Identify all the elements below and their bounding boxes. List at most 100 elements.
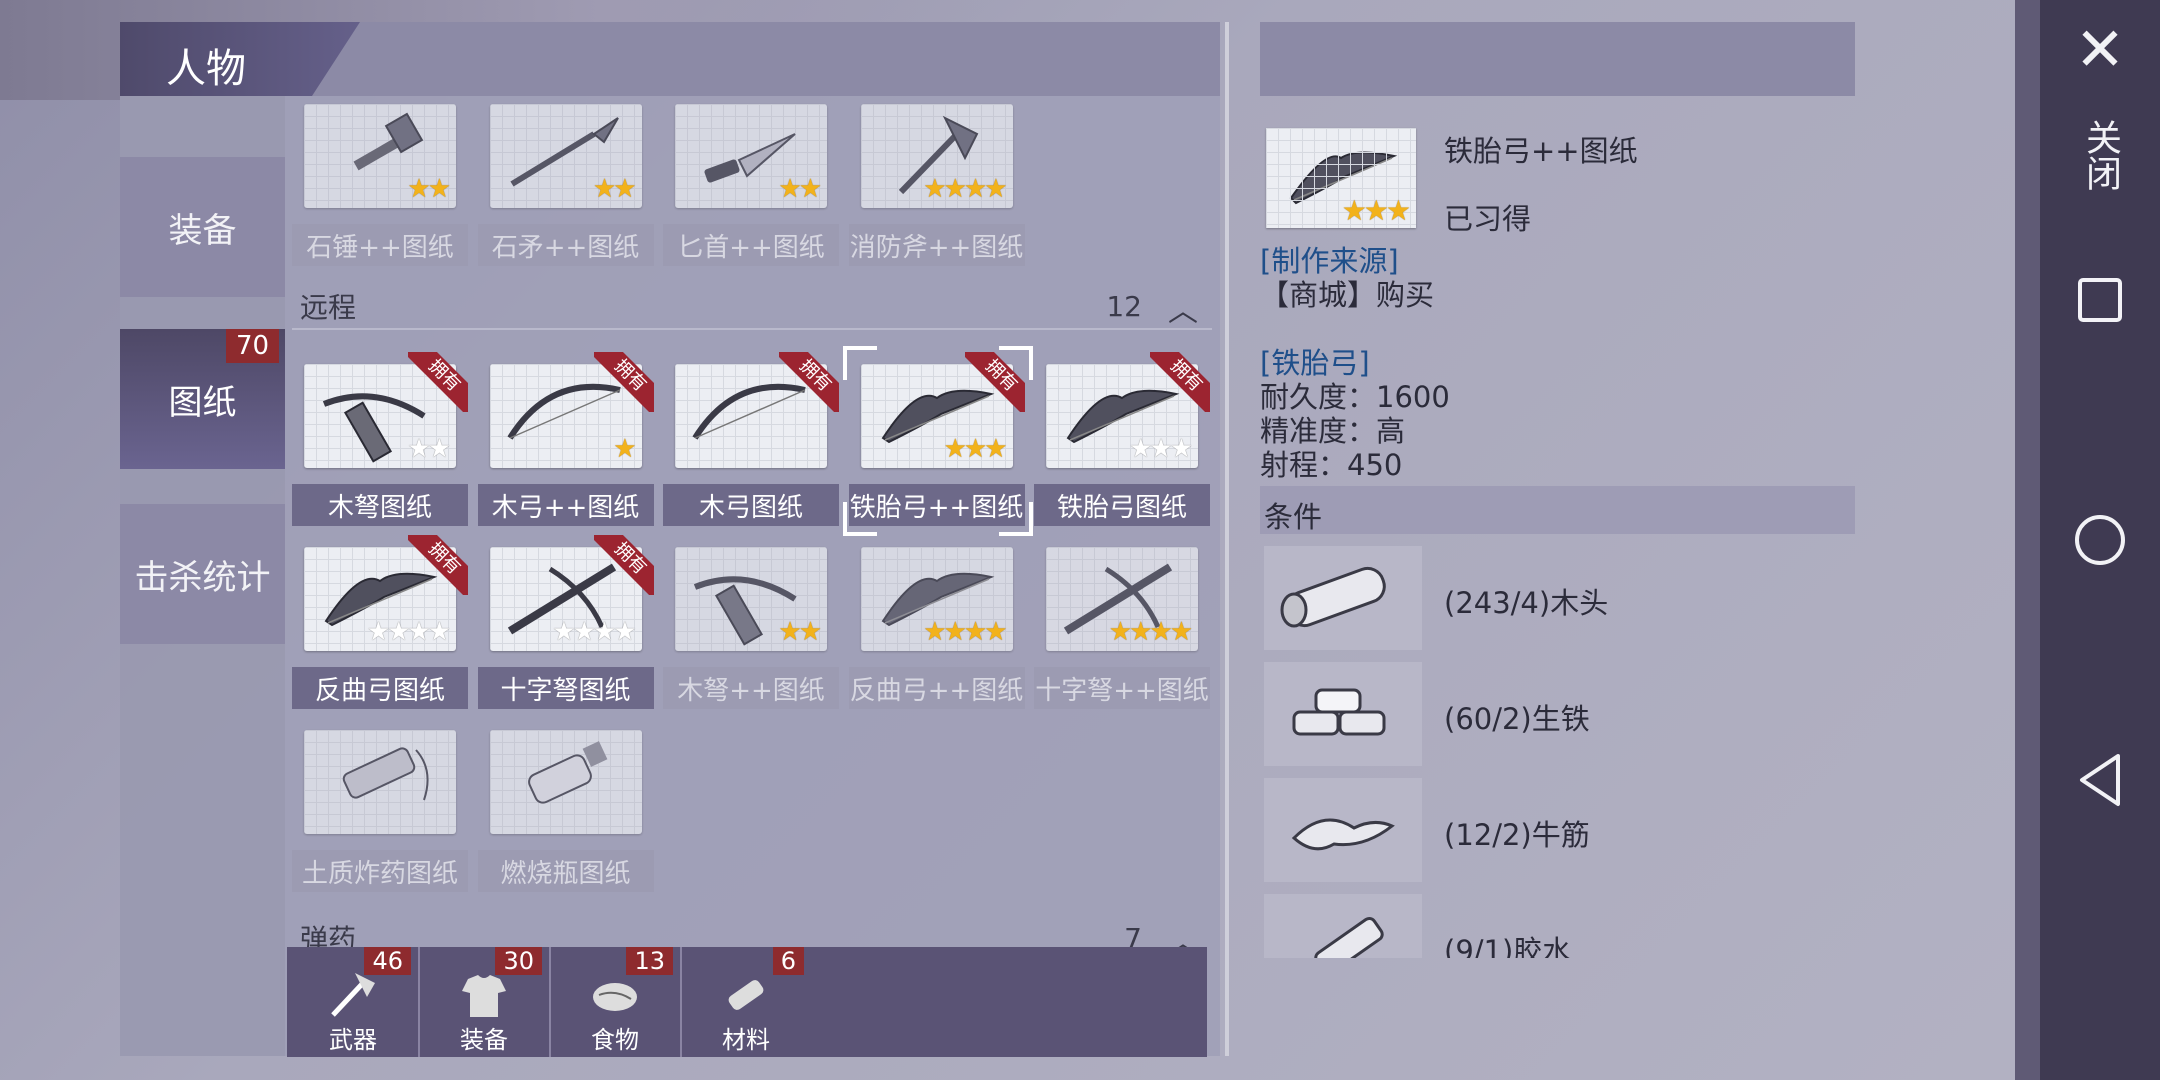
recent-apps-icon[interactable] bbox=[2040, 270, 2160, 330]
material-text: (9/1)胶水 bbox=[1444, 934, 1572, 958]
log-icon bbox=[1280, 566, 1386, 628]
blueprint-label: 十字弩++图纸 bbox=[1034, 667, 1210, 709]
conditions-bar bbox=[1260, 486, 1855, 534]
meat-icon bbox=[593, 983, 637, 1011]
blueprint-card[interactable]: ★★★★ 十字弩++图纸 bbox=[1034, 535, 1210, 709]
selection-corner bbox=[842, 502, 877, 536]
owned-ribbon: 拥有 bbox=[779, 352, 839, 412]
chevron-up-icon[interactable]: ︿ bbox=[1168, 286, 1198, 330]
sidebar-item-kill-stats[interactable]: 击杀统计 bbox=[120, 504, 285, 644]
section-title: 远程 bbox=[300, 291, 357, 324]
material-row[interactable]: (243/4)木头 bbox=[1260, 546, 1860, 650]
sidebar-item-label: 图纸 bbox=[168, 382, 237, 423]
home-icon[interactable] bbox=[2040, 510, 2160, 570]
star-rating: ★★★★ bbox=[923, 174, 1007, 204]
close-icon[interactable]: ✕ bbox=[2040, 15, 2160, 85]
blueprint-card[interactable]: ★★★★ 消防斧++图纸 bbox=[848, 92, 1025, 266]
blueprint-card[interactable]: ★★★ 拥有铁胎弓图纸 bbox=[1034, 352, 1210, 526]
section-count: 7 bbox=[1124, 922, 1142, 948]
blueprint-label: 铁胎弓图纸 bbox=[1034, 484, 1210, 526]
dynamite-icon bbox=[342, 747, 429, 801]
blueprint-card[interactable]: ★★ 匕首++图纸 bbox=[663, 92, 839, 266]
owned-ribbon: 拥有 bbox=[593, 535, 654, 595]
blueprint-card[interactable]: ★★★★ 反曲弓++图纸 bbox=[848, 535, 1025, 709]
blueprint-card[interactable]: 土质炸药图纸 bbox=[292, 718, 468, 892]
nav-gap bbox=[2015, 0, 2040, 1080]
detail-item-image: ★★★ bbox=[1266, 128, 1416, 228]
material-image bbox=[1264, 662, 1422, 766]
close-label[interactable]: 关闭 bbox=[2040, 100, 2160, 210]
blueprint-label: 石锤++图纸 bbox=[292, 224, 468, 266]
molotov-icon bbox=[527, 741, 607, 804]
material-row[interactable]: (60/2)生铁 bbox=[1260, 662, 1860, 766]
detail-header bbox=[1260, 22, 1855, 96]
selection-corner bbox=[998, 502, 1033, 536]
material-image bbox=[1264, 778, 1422, 882]
glue-icon bbox=[1314, 916, 1384, 958]
bottom-tab-wood[interactable]: 6 材料 bbox=[682, 947, 810, 1057]
tab-separator bbox=[549, 947, 551, 1057]
blueprint-label: 木弓++图纸 bbox=[477, 484, 654, 526]
blueprint-label: 土质炸药图纸 bbox=[292, 850, 468, 892]
tab-label: 武器 bbox=[329, 1026, 377, 1054]
count-badge: 13 bbox=[626, 947, 673, 975]
sidebar-item-equipment[interactable]: 装备 bbox=[120, 157, 285, 297]
count-badge: 30 bbox=[495, 947, 542, 975]
blueprint-card[interactable]: ★★ 石矛++图纸 bbox=[477, 92, 654, 266]
selection-corner bbox=[842, 346, 877, 380]
bottom-tab-shirt[interactable]: 30 装备 bbox=[420, 947, 548, 1057]
count-badge: 6 bbox=[772, 947, 804, 975]
axe-icon bbox=[331, 973, 375, 1017]
owned-ribbon: 拥有 bbox=[593, 352, 654, 412]
section-divider bbox=[292, 328, 1212, 330]
star-rating: ★★ bbox=[778, 174, 822, 204]
bottom-tab-axe[interactable]: 46 武器 bbox=[289, 947, 417, 1057]
stat-range: 射程：450 bbox=[1260, 448, 1403, 482]
blueprint-label: 消防斧++图纸 bbox=[848, 224, 1025, 266]
section-ranged[interactable]: 远程 12 ︿ bbox=[292, 286, 1212, 330]
blueprint-card[interactable]: ★★★★ 拥有 十字弩图纸 bbox=[477, 535, 654, 709]
owned-ribbon: 拥有 bbox=[408, 352, 468, 412]
blueprint-count-badge: 70 bbox=[226, 329, 280, 363]
section-count: 12 bbox=[1106, 290, 1142, 323]
tab-separator bbox=[418, 947, 420, 1057]
star-rating: ★★★ bbox=[1129, 434, 1193, 464]
star-rating: ★★ bbox=[778, 617, 822, 647]
blueprint-card[interactable]: 拥有木弓图纸 bbox=[663, 352, 839, 526]
blueprint-label: 木弩++图纸 bbox=[663, 667, 839, 709]
star-rating: ★★★★ bbox=[1108, 617, 1193, 647]
page-title: 人物 bbox=[166, 46, 246, 92]
blueprint-card[interactable]: 燃烧瓶图纸 bbox=[477, 718, 654, 892]
back-icon[interactable] bbox=[2040, 748, 2160, 812]
section-ammo[interactable]: 弹药 7 ︿ bbox=[300, 918, 1212, 948]
blueprint-card[interactable]: ★★★★ 拥有 反曲弓图纸 bbox=[292, 535, 468, 709]
tab-separator bbox=[680, 947, 682, 1057]
star-rating: ★★★ bbox=[943, 434, 1008, 464]
blueprint-label: 燃烧瓶图纸 bbox=[477, 850, 654, 892]
material-image bbox=[1264, 546, 1422, 650]
star-rating: ★★★ bbox=[1341, 194, 1411, 227]
detail-status: 已习得 bbox=[1444, 202, 1532, 236]
blueprint-card[interactable]: ★★ 拥有 木弩图纸 bbox=[292, 352, 468, 526]
bottom-tab-meat[interactable]: 13 食物 bbox=[551, 947, 679, 1057]
sidebar-item-label: 装备 bbox=[168, 210, 237, 251]
material-row[interactable]: (9/1)胶水 bbox=[1260, 894, 1860, 958]
sinew-icon bbox=[1291, 818, 1395, 851]
tab-label: 材料 bbox=[722, 1026, 770, 1054]
count-badge: 46 bbox=[364, 947, 411, 975]
source-text: 【商城】购买 bbox=[1260, 278, 1435, 312]
materials-list: (243/4)木头 (60/2)生铁 (12/2)牛筋 (9/1)胶水 bbox=[1260, 540, 1860, 958]
detail-name: 铁胎弓++图纸 bbox=[1444, 134, 1638, 168]
material-text: (243/4)木头 bbox=[1444, 586, 1609, 620]
sidebar-item-label: 击杀统计 bbox=[134, 557, 271, 598]
blueprint-card[interactable]: ★ 拥有 木弓++图纸 bbox=[477, 352, 654, 526]
chevron-up-icon[interactable]: ︿ bbox=[1168, 918, 1198, 948]
blueprint-card[interactable]: ★★ 石锤++图纸 bbox=[292, 92, 468, 266]
blueprint-label: 反曲弓++图纸 bbox=[848, 667, 1025, 709]
material-row[interactable]: (12/2)牛筋 bbox=[1260, 778, 1860, 882]
blueprint-label: 木弓图纸 bbox=[663, 484, 839, 526]
material-image bbox=[1264, 894, 1422, 958]
blueprint-card[interactable]: ★★ 木弩++图纸 bbox=[663, 535, 839, 709]
star-rating: ★★★★ bbox=[923, 617, 1007, 647]
owned-ribbon: 拥有 bbox=[1150, 352, 1210, 412]
